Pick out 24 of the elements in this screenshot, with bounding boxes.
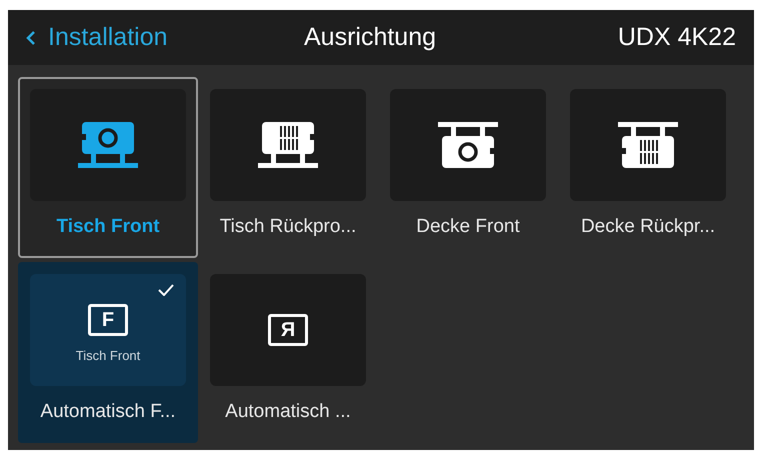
orientation-tile[interactable]: Decke Rückpr... — [558, 77, 738, 258]
tile-label: Decke Rückpr... — [580, 215, 716, 239]
orientation-tile[interactable]: F Tisch Front Automatisch F... — [18, 262, 198, 443]
device-name: UDX 4K22 — [618, 22, 736, 53]
mode-sublabel: Tisch Front — [76, 347, 140, 366]
back-button[interactable]: Installation — [26, 18, 168, 56]
ceiling-projector-icon — [618, 122, 678, 168]
tile-label: Tisch Rückpro... — [220, 215, 356, 239]
tile-label: Decke Front — [416, 215, 520, 239]
tile-label: Automatisch F... — [40, 400, 176, 424]
chevron-left-icon — [26, 30, 36, 44]
orientation-tile[interactable]: Я Automatisch ... — [198, 262, 378, 443]
tile-label: Automatisch ... — [225, 400, 351, 424]
letter-frame-icon: Я — [268, 314, 308, 346]
letter-frame-icon: F — [88, 304, 128, 336]
tile-label: Tisch Front — [56, 215, 160, 239]
ceiling-projector-icon — [438, 122, 498, 168]
orientation-tile[interactable]: Decke Front — [378, 77, 558, 258]
orientation-tile[interactable]: Tisch Front — [18, 77, 198, 258]
table-projector-icon — [258, 122, 318, 168]
orientation-tile[interactable]: Tisch Rückpro... — [198, 77, 378, 258]
checkmark-icon — [158, 284, 174, 296]
table-projector-icon — [78, 122, 138, 168]
page-title: Ausrichtung — [304, 22, 436, 53]
